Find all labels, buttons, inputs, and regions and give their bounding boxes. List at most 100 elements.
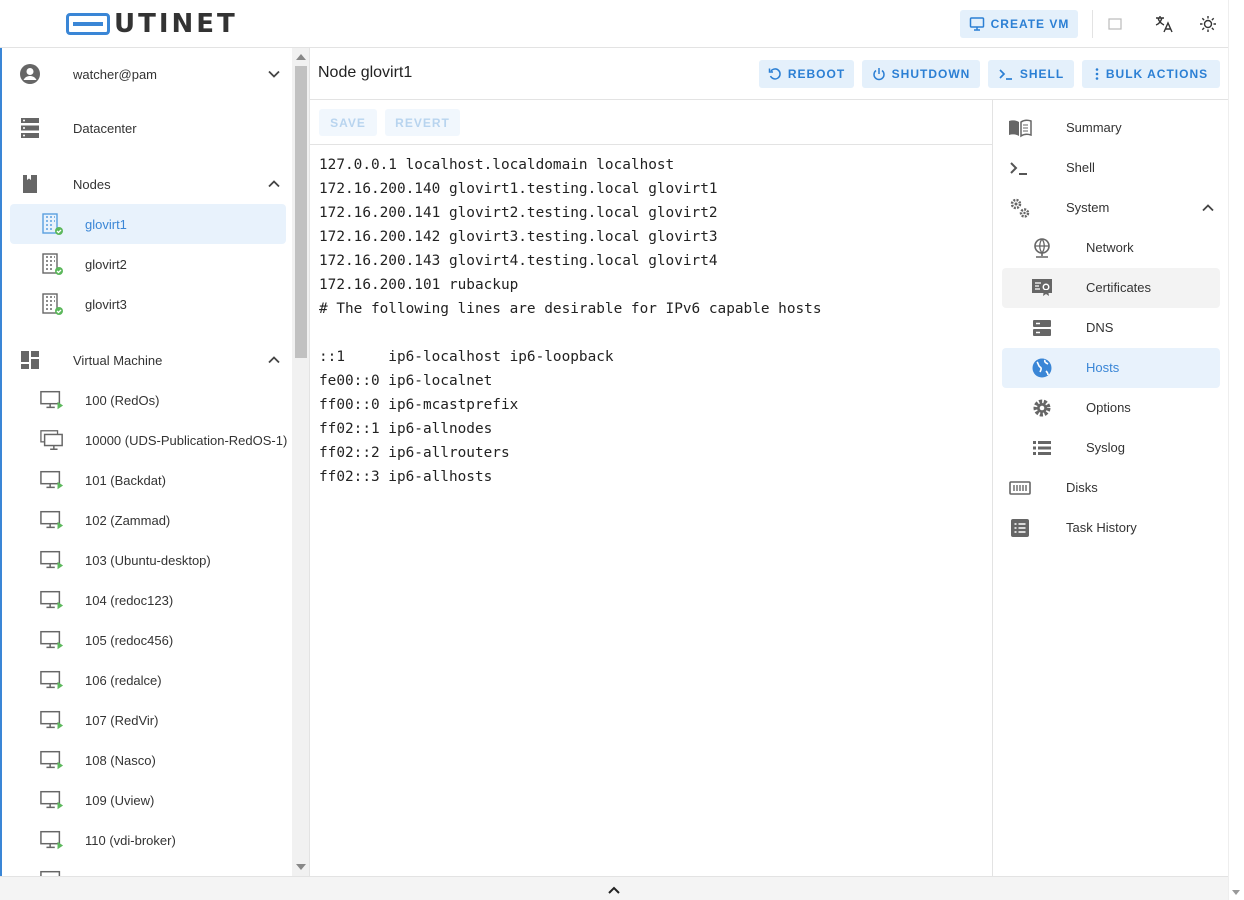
vm-running-icon: [40, 668, 64, 692]
user-name: watcher@pam: [73, 66, 158, 82]
chevron-up-icon[interactable]: [264, 174, 284, 194]
vm-running-icon: [40, 548, 64, 572]
vm-item[interactable]: 105 (redoc456): [2, 620, 292, 660]
shell-label: SHELL: [1019, 67, 1065, 81]
vm-label: 10000 (UDS-Publication-RedOS-1): [85, 432, 288, 448]
node-label: glovirt3: [85, 296, 127, 312]
scrollbar-thumb[interactable]: [295, 66, 307, 358]
logo[interactable]: UTINET: [66, 11, 238, 37]
certificate-icon: [1030, 276, 1054, 300]
bulk-actions-button[interactable]: BULK ACTIONS: [1082, 60, 1220, 88]
reboot-button[interactable]: REBOOT: [759, 60, 854, 88]
gear-icon: [1030, 396, 1054, 420]
vm-running-icon: [40, 708, 64, 732]
vm-item[interactable]: 109 (Uview): [2, 780, 292, 820]
hosts-file-textarea[interactable]: 127.0.0.1 localhost.localdomain localhos…: [319, 153, 822, 489]
vm-running-icon: [40, 628, 64, 652]
shell-button[interactable]: SHELL: [988, 60, 1074, 88]
create-vm-button[interactable]: CREATE VM: [960, 10, 1078, 38]
user-menu[interactable]: watcher@pam: [2, 54, 292, 94]
sidebar-item-label: Datacenter: [73, 120, 137, 136]
gears-icon: [1008, 196, 1032, 220]
dns-server-icon: [1030, 316, 1054, 340]
vm-label: 109 (Uview): [85, 792, 155, 808]
sidebar-section-label: Virtual Machine: [73, 352, 163, 368]
menu-item-options[interactable]: Options: [1002, 388, 1220, 428]
menu-item-syslog[interactable]: Syslog: [1002, 428, 1220, 468]
menu-item-label: Options: [1086, 400, 1131, 415]
monitor-icon: [969, 17, 984, 31]
chevron-up-icon[interactable]: [264, 350, 284, 370]
sidebar-section-nodes[interactable]: Nodes: [2, 164, 292, 204]
vm-label: 106 (redalce): [85, 672, 162, 688]
menu-item-shell[interactable]: Shell: [1002, 148, 1220, 188]
menu-item-disks[interactable]: Disks: [1002, 468, 1220, 508]
vm-item[interactable]: 106 (redalce): [2, 660, 292, 700]
shutdown-button[interactable]: SHUTDOWN: [862, 60, 980, 88]
reboot-label: REBOOT: [787, 67, 846, 81]
sidebar-item-glovirt2[interactable]: glovirt2: [2, 244, 292, 284]
logo-icon: [66, 13, 110, 35]
scroll-down-arrow-icon[interactable]: [1232, 890, 1240, 895]
chevron-up-icon[interactable]: [606, 883, 622, 897]
vm-item[interactable]: 100 (RedOs): [2, 380, 292, 420]
menu-item-summary[interactable]: Summary: [1002, 108, 1220, 148]
network-globe-icon: [1030, 236, 1054, 260]
menu-item-label: Disks: [1066, 480, 1098, 495]
menu-item-label: Network: [1086, 240, 1134, 255]
vm-item[interactable]: 107 (RedVir): [2, 700, 292, 740]
editor-toolbar: SAVE REVERT: [310, 100, 993, 145]
sidebar-scrollbar[interactable]: [292, 48, 310, 876]
vm-running-icon: [40, 788, 64, 812]
vm-item[interactable]: 103 (Ubuntu-desktop): [2, 540, 292, 580]
vm-label: 103 (Ubuntu-desktop): [85, 552, 211, 568]
sidebar-item-datacenter[interactable]: Datacenter: [2, 108, 292, 148]
vm-running-icon: [40, 748, 64, 772]
chevron-up-icon[interactable]: [1198, 198, 1218, 218]
sidebar-item-glovirt1[interactable]: glovirt1: [10, 204, 286, 244]
list-icon: [1030, 436, 1054, 460]
power-icon: [872, 68, 885, 81]
menu-item-network[interactable]: Network: [1002, 228, 1220, 268]
revert-button[interactable]: REVERT: [385, 109, 460, 136]
more-vertical-icon: [1095, 68, 1099, 80]
vm-item[interactable]: 104 (redoc123): [2, 580, 292, 620]
menu-item-label: Shell: [1066, 160, 1095, 175]
menu-item-hosts[interactable]: Hosts: [1002, 348, 1220, 388]
vm-item[interactable]: 10000 (UDS-Publication-RedOS-1): [2, 420, 292, 460]
scroll-up-arrow-icon[interactable]: [296, 54, 306, 60]
vm-item-partial[interactable]: [2, 860, 292, 876]
vm-running-icon: [40, 508, 64, 532]
vm-running-icon: [40, 868, 64, 876]
sidebar-section-virtual-machine[interactable]: Virtual Machine: [2, 340, 292, 380]
bulk-actions-label: BULK ACTIONS: [1105, 67, 1209, 81]
vm-running-icon: [40, 828, 64, 852]
theme-toggle-icon[interactable]: [1196, 12, 1220, 36]
page-scrollbar[interactable]: [1228, 0, 1244, 900]
menu-item-certificates[interactable]: Certificates: [1002, 268, 1220, 308]
menu-item-system[interactable]: System: [1002, 188, 1220, 228]
node-menu: Summary Shell System Network Certificate…: [994, 100, 1228, 876]
vm-running-icon: [40, 468, 64, 492]
terminal-icon: [1008, 156, 1032, 180]
menu-item-label: Task History: [1066, 520, 1137, 535]
chevron-down-icon[interactable]: [264, 64, 284, 84]
sidebar-item-glovirt3[interactable]: glovirt3: [2, 284, 292, 324]
menu-item-label: DNS: [1086, 320, 1114, 335]
vm-item[interactable]: 102 (Zammad): [2, 500, 292, 540]
scroll-down-arrow-icon[interactable]: [296, 864, 306, 870]
bottom-panel-bar: [0, 876, 1228, 900]
vm-item[interactable]: 101 (Backdat): [2, 460, 292, 500]
vm-label: 101 (Backdat): [85, 472, 166, 488]
sidebar-section-label: Nodes: [73, 176, 111, 192]
toolbar-divider: [1092, 10, 1093, 38]
menu-item-dns[interactable]: DNS: [1002, 308, 1220, 348]
vm-running-icon: [40, 388, 64, 412]
save-button[interactable]: SAVE: [319, 109, 377, 136]
window-icon[interactable]: [1103, 12, 1127, 36]
vm-item[interactable]: 110 (vdi-broker): [2, 820, 292, 860]
menu-item-task-history[interactable]: Task History: [1002, 508, 1220, 548]
translate-icon[interactable]: [1152, 12, 1176, 36]
menu-item-label: Syslog: [1086, 440, 1126, 455]
vm-item[interactable]: 108 (Nasco): [2, 740, 292, 780]
